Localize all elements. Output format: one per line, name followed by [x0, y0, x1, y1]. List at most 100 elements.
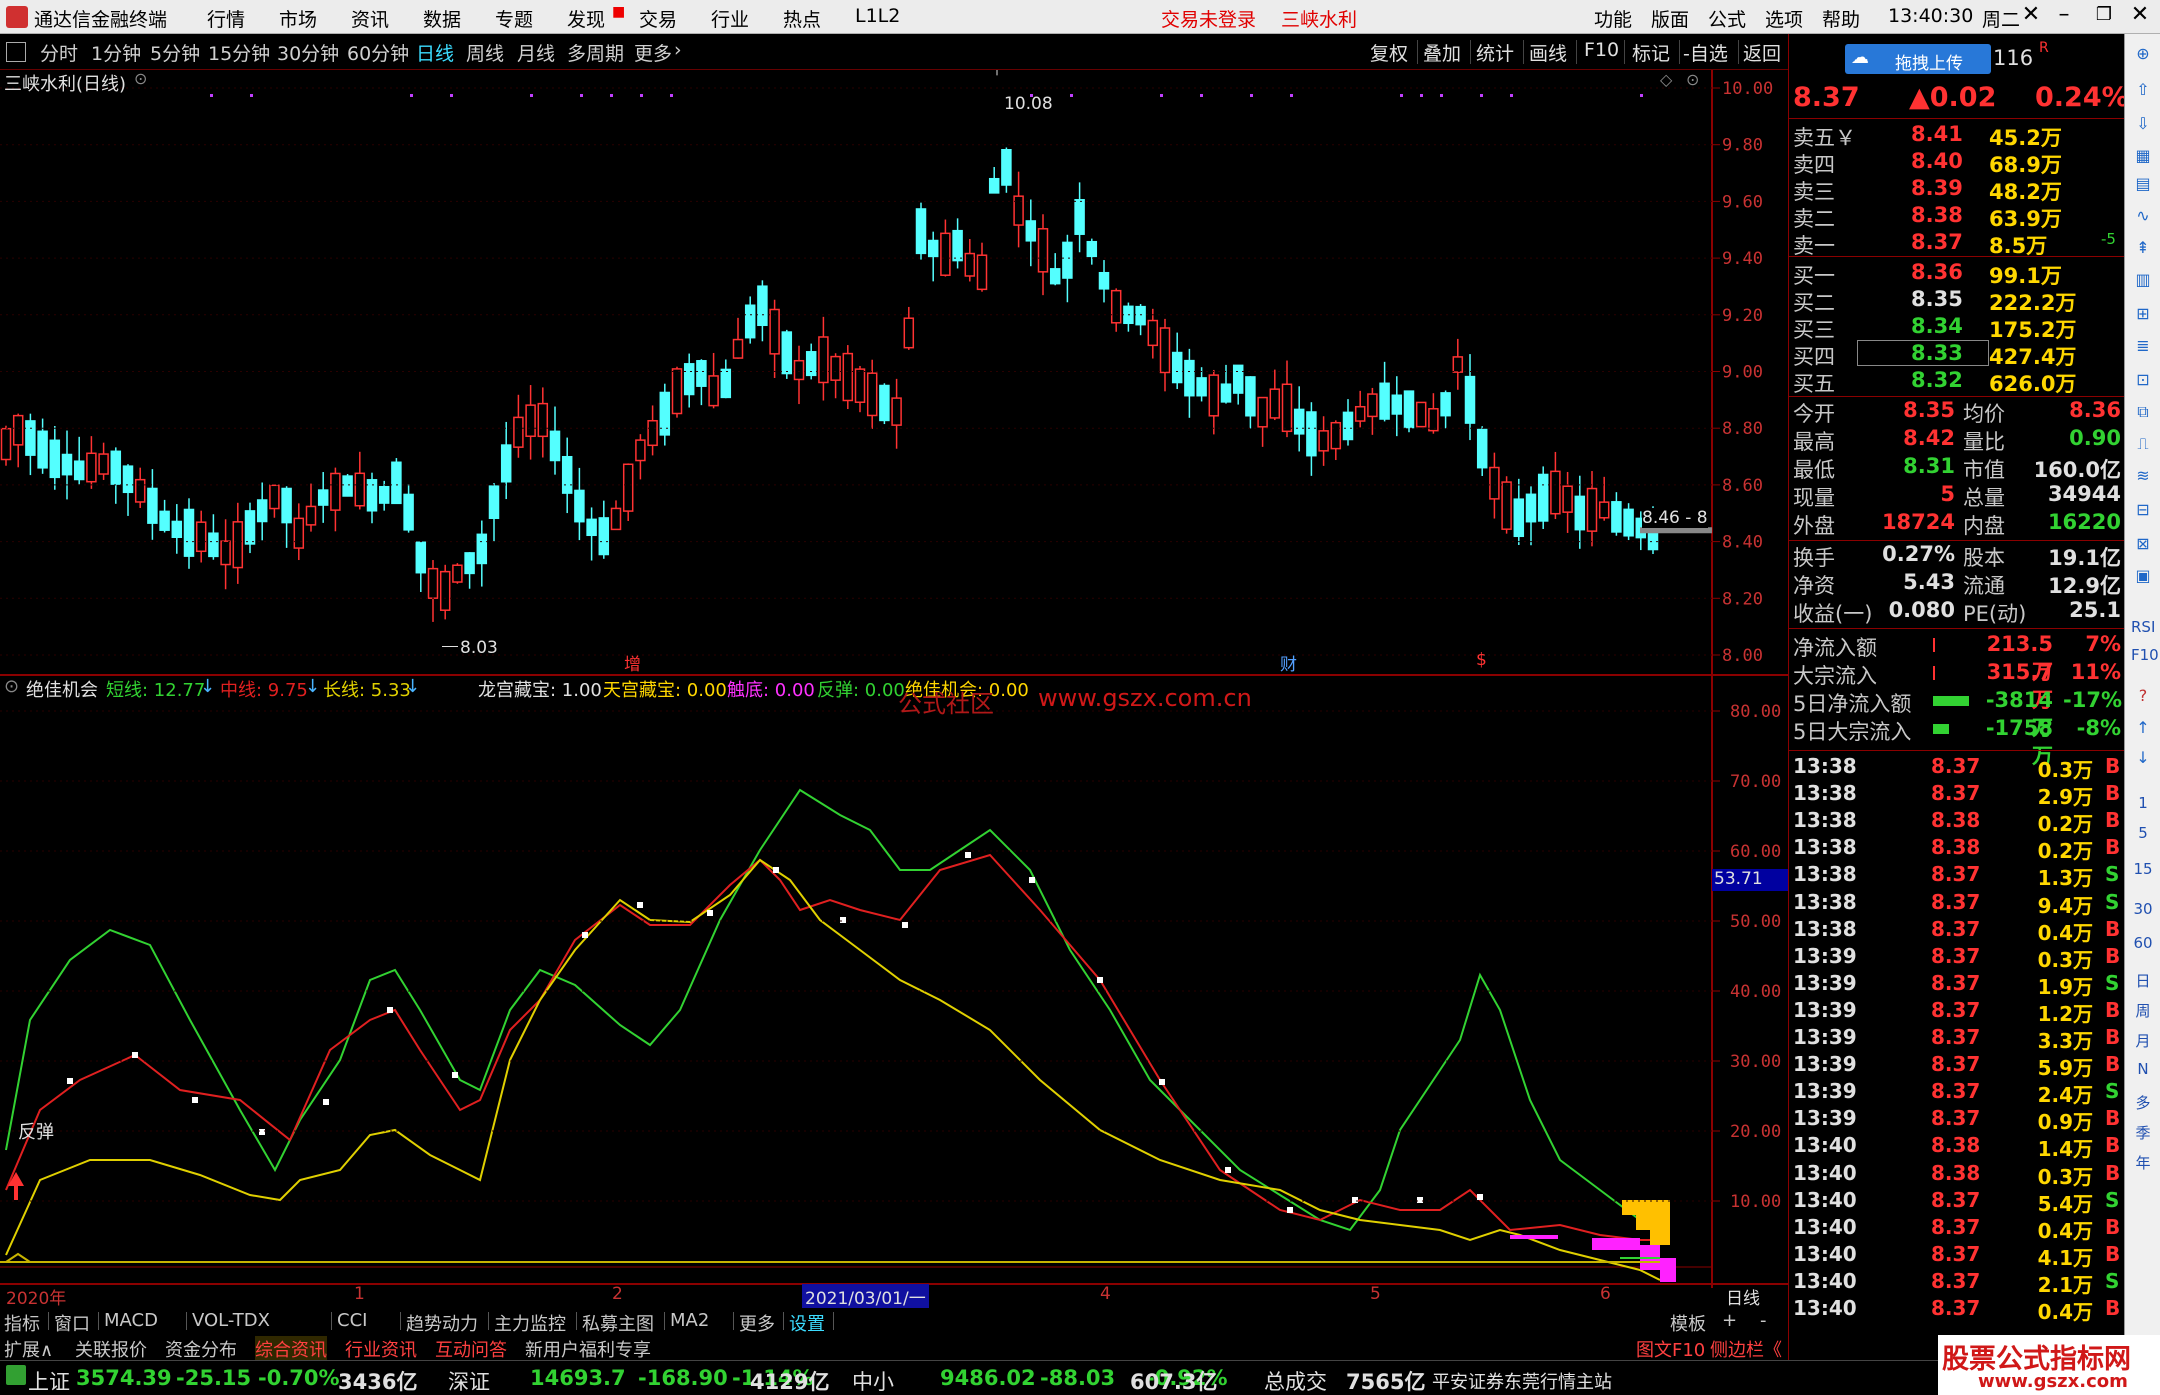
- side-tool-icon[interactable]: ⇧: [2131, 80, 2155, 104]
- side-period-btn[interactable]: 季: [2131, 1122, 2155, 1146]
- menu-jiaoyi[interactable]: 交易: [639, 5, 677, 32]
- indicator-name[interactable]: 绝佳机会: [26, 676, 98, 702]
- marker-zeng[interactable]: 增: [624, 650, 641, 675]
- template-btn[interactable]: +: [1722, 1310, 1737, 1331]
- menu-hangye[interactable]: 行业: [711, 5, 749, 32]
- minimize-icon[interactable]: –: [2048, 2, 2080, 30]
- side-period-btn[interactable]: 月: [2131, 1030, 2155, 1054]
- info-tab[interactable]: 综合资讯: [255, 1336, 327, 1362]
- btn-diejia[interactable]: 叠加: [1423, 39, 1461, 66]
- indicator-tab[interactable]: CCI: [337, 1310, 367, 1331]
- side-tool-icon[interactable]: ⇞: [2131, 238, 2155, 262]
- indicator-tab[interactable]: 趋势动力: [406, 1310, 478, 1336]
- indicator-tab[interactable]: 主力监控: [494, 1310, 566, 1336]
- panel-toggle-icon[interactable]: [6, 42, 26, 62]
- btn-fanhui[interactable]: 返回: [1743, 39, 1781, 66]
- menu-zhuanti[interactable]: 专题: [495, 5, 533, 32]
- period-fenshi[interactable]: 分时: [40, 39, 78, 66]
- menu-faxian[interactable]: 发现: [567, 5, 605, 32]
- side-tool-icon[interactable]: ≣: [2131, 336, 2155, 360]
- period-30min[interactable]: 30分钟: [277, 39, 339, 66]
- menu-zixun[interactable]: 资讯: [351, 5, 389, 32]
- chart-options-icon[interactable]: ⊙: [134, 69, 147, 88]
- side-tool-icon[interactable]: ∿: [2131, 206, 2155, 230]
- period-15min[interactable]: 15分钟: [208, 39, 270, 66]
- side-period-btn[interactable]: 周: [2131, 1000, 2155, 1024]
- menu-bangzhu[interactable]: 帮助: [1822, 5, 1860, 32]
- info-right-btn[interactable]: 侧边栏《: [1710, 1336, 1782, 1362]
- side-period-btn[interactable]: F10: [2131, 646, 2159, 670]
- menu-gongshi[interactable]: 公式: [1708, 5, 1746, 32]
- indicator-tab[interactable]: MACD: [104, 1310, 158, 1331]
- up-arrow-icon[interactable]: ↑: [2131, 718, 2155, 742]
- indicator-tab[interactable]: 私募主图: [582, 1310, 654, 1336]
- chevron-right-icon[interactable]: ›: [674, 39, 682, 61]
- btn-biaoji[interactable]: 标记: [1632, 39, 1670, 66]
- period-60min[interactable]: 60分钟: [347, 39, 409, 66]
- template-btn[interactable]: 模板: [1670, 1310, 1706, 1336]
- side-tool-icon[interactable]: ⧉: [2131, 402, 2155, 426]
- side-period-btn[interactable]: 60: [2131, 934, 2155, 958]
- side-tool-icon[interactable]: ⊡: [2131, 370, 2155, 394]
- side-period-btn[interactable]: RSI: [2131, 618, 2155, 642]
- menu-l1l2[interactable]: L1L2: [855, 5, 900, 27]
- down-arrow-icon[interactable]: ↓: [2131, 748, 2155, 772]
- close-small-icon[interactable]: ✕: [2015, 2, 2047, 30]
- indicator-options-icon[interactable]: ⊙: [4, 676, 19, 697]
- help-icon[interactable]: ?: [2131, 686, 2155, 710]
- template-btn[interactable]: -: [1760, 1310, 1767, 1331]
- btn-zixuan[interactable]: -自选: [1683, 39, 1728, 66]
- period-1min[interactable]: 1分钟: [91, 39, 141, 66]
- side-tool-icon[interactable]: ⊞: [2131, 304, 2155, 328]
- info-tab[interactable]: 新用户福利专享: [525, 1336, 651, 1362]
- info-tab[interactable]: 扩展∧: [4, 1336, 53, 1362]
- indicator-tab[interactable]: VOL-TDX: [192, 1310, 270, 1331]
- btn-fuquan[interactable]: 复权: [1370, 39, 1408, 66]
- btn-f10[interactable]: F10: [1584, 39, 1619, 61]
- index-name[interactable]: 深证: [448, 1366, 490, 1395]
- btn-huaxian[interactable]: 画线: [1529, 39, 1567, 66]
- indicator-tab[interactable]: MA2: [670, 1310, 709, 1331]
- menu-gongneng[interactable]: 功能: [1594, 5, 1632, 32]
- info-tab[interactable]: 互动问答: [435, 1336, 507, 1362]
- info-tab[interactable]: 资金分布: [165, 1336, 237, 1362]
- side-period-btn[interactable]: 1: [2131, 794, 2155, 818]
- period-multi[interactable]: 多周期: [567, 39, 624, 66]
- info-tab[interactable]: 行业资讯: [345, 1336, 417, 1362]
- indicator-tab[interactable]: 指标: [4, 1310, 40, 1336]
- login-status[interactable]: 交易未登录: [1161, 5, 1256, 32]
- menu-shuju[interactable]: 数据: [423, 5, 461, 32]
- side-tool-icon[interactable]: ⊠: [2131, 534, 2155, 558]
- btn-tongji[interactable]: 统计: [1476, 39, 1514, 66]
- side-tool-icon[interactable]: ▥: [2131, 270, 2155, 294]
- period-5min[interactable]: 5分钟: [150, 39, 200, 66]
- menu-shichang[interactable]: 市场: [279, 5, 317, 32]
- server-name[interactable]: 平安证券东莞行情主站: [1432, 1368, 1612, 1394]
- side-period-btn[interactable]: 日: [2131, 970, 2155, 994]
- side-period-btn[interactable]: 30: [2131, 900, 2155, 924]
- period-week[interactable]: 周线: [466, 39, 504, 66]
- side-period-btn[interactable]: 年: [2131, 1152, 2155, 1176]
- indicator-tab[interactable]: 设置: [789, 1310, 825, 1336]
- menu-hangqing[interactable]: 行情: [207, 5, 245, 32]
- side-tool-icon[interactable]: ▣: [2131, 566, 2155, 590]
- menu-xuanxiang[interactable]: 选项: [1765, 5, 1803, 32]
- indicator-tab[interactable]: 窗口: [54, 1310, 90, 1336]
- upload-button[interactable]: ☁ 拖拽上传: [1845, 44, 1991, 74]
- period-day[interactable]: 日线: [416, 39, 454, 66]
- side-tool-icon[interactable]: ⎍: [2131, 434, 2155, 458]
- period-month[interactable]: 月线: [517, 39, 555, 66]
- info-right-btn[interactable]: 图文F10: [1636, 1336, 1705, 1362]
- restore-icon[interactable]: ❐: [2088, 4, 2120, 32]
- menu-redian[interactable]: 热点: [783, 5, 821, 32]
- side-period-btn[interactable]: 15: [2131, 860, 2155, 884]
- marker-dollar[interactable]: $: [1476, 650, 1487, 670]
- diamond-icon[interactable]: ◇: [1660, 70, 1672, 89]
- side-tool-icon[interactable]: ⊟: [2131, 500, 2155, 524]
- index-name[interactable]: 中小: [852, 1366, 894, 1395]
- side-period-btn[interactable]: N: [2131, 1060, 2155, 1084]
- info-tab[interactable]: 关联报价: [75, 1336, 147, 1362]
- indicator-tab[interactable]: 更多: [739, 1310, 775, 1336]
- marker-cai[interactable]: 财: [1280, 650, 1297, 675]
- side-tool-icon[interactable]: ▦: [2131, 146, 2155, 170]
